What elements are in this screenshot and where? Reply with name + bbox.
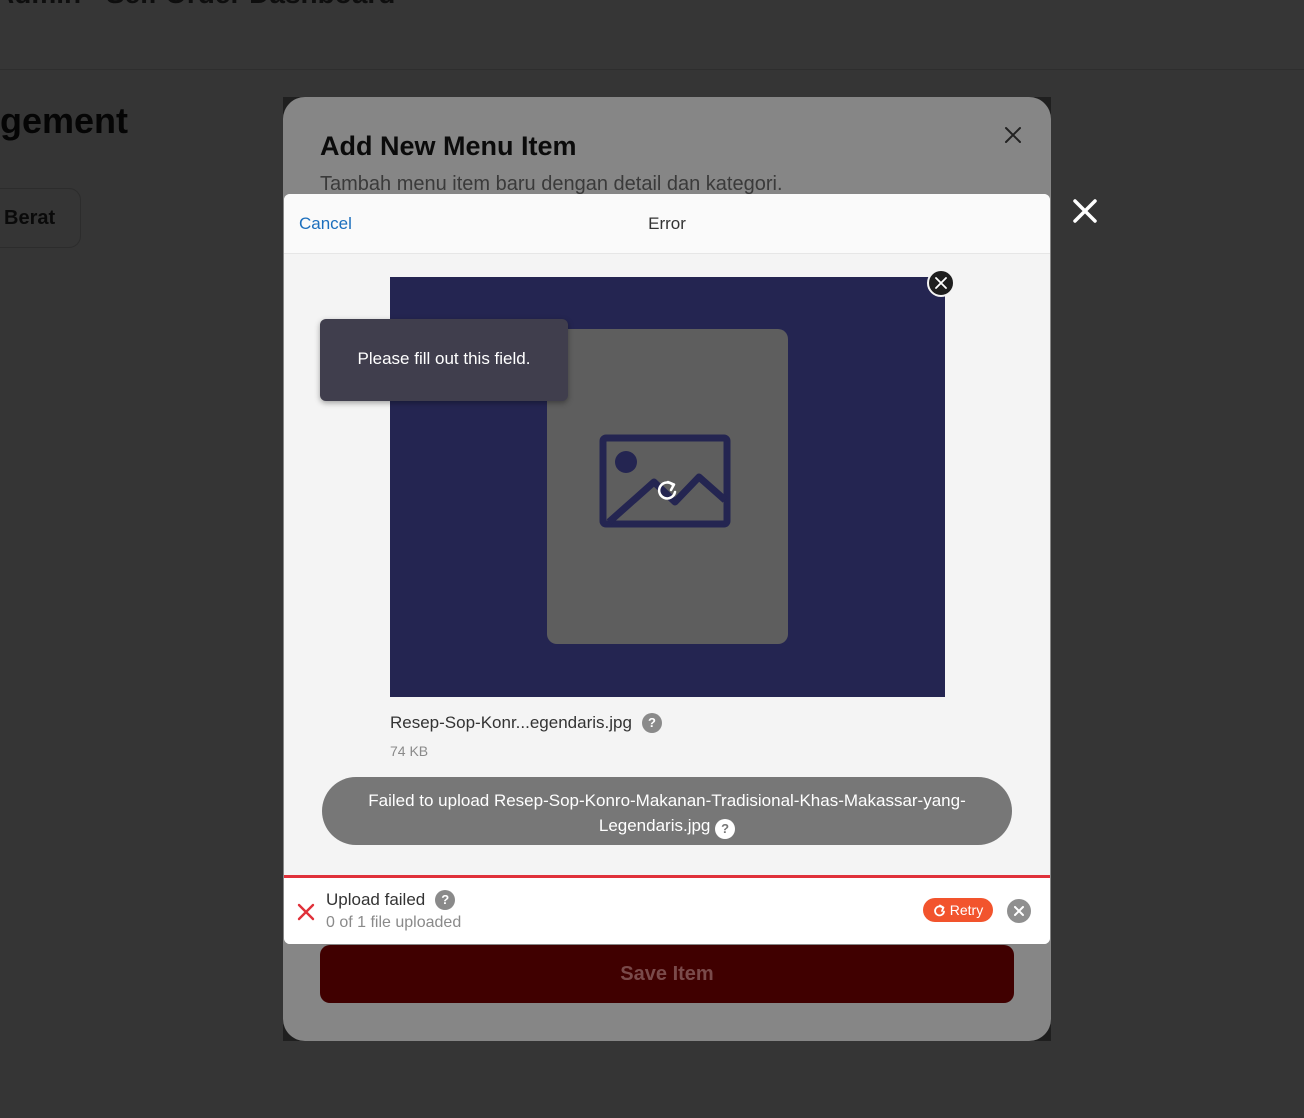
dashboard-topbar: Cancel Error — [284, 194, 1050, 254]
help-icon[interactable]: ? — [715, 819, 736, 839]
cancel-upload-button[interactable] — [1007, 899, 1031, 923]
dashboard-title: Error — [648, 214, 686, 233]
error-x-icon — [297, 903, 315, 921]
file-name-row: Resep-Sop-Konr...egendaris.jpg ? — [390, 713, 662, 733]
retry-icon — [933, 904, 945, 916]
modal-subtitle: Tambah menu item baru dengan detail dan … — [320, 173, 783, 195]
upload-dashboard: Cancel Error Please fill out this field.… — [284, 194, 1050, 944]
close-icon[interactable] — [999, 121, 1027, 149]
save-item-button[interactable]: Save Item — [320, 945, 1014, 1003]
status-title-row: Upload failed ? — [326, 890, 456, 910]
error-message: Failed to upload Resep-Sop-Konro-Makanan… — [368, 791, 966, 835]
help-icon[interactable]: ? — [435, 890, 456, 910]
retry-label: Retry — [949, 902, 984, 918]
upload-status-bar: Upload failed ? 0 of 1 file uploaded Ret… — [284, 875, 1050, 944]
file-size: 74 KB — [390, 743, 429, 759]
status-subtitle: 0 of 1 file uploaded — [326, 914, 462, 931]
validation-tooltip: Please fill out this field. — [320, 319, 568, 401]
remove-file-button[interactable] — [927, 269, 955, 297]
filter-chip[interactable]: Berat — [0, 188, 81, 248]
preview-placeholder — [547, 329, 788, 644]
app-header: Admin - Self Order Dashboard — [0, 0, 1304, 70]
status-title: Upload failed — [326, 890, 426, 909]
refresh-icon — [657, 480, 677, 500]
app-title: Admin - Self Order Dashboard — [0, 0, 395, 10]
retry-button[interactable]: Retry — [923, 898, 993, 922]
file-name: Resep-Sop-Konr...egendaris.jpg — [390, 713, 632, 732]
help-icon[interactable]: ? — [641, 713, 662, 733]
modal-title: Add New Menu Item — [320, 131, 577, 161]
upload-error-banner: Failed to upload Resep-Sop-Konro-Makanan… — [322, 777, 1012, 845]
close-icon — [1014, 906, 1024, 916]
close-icon[interactable] — [1070, 196, 1100, 226]
page-title: gement — [0, 100, 129, 141]
close-icon — [935, 277, 947, 289]
